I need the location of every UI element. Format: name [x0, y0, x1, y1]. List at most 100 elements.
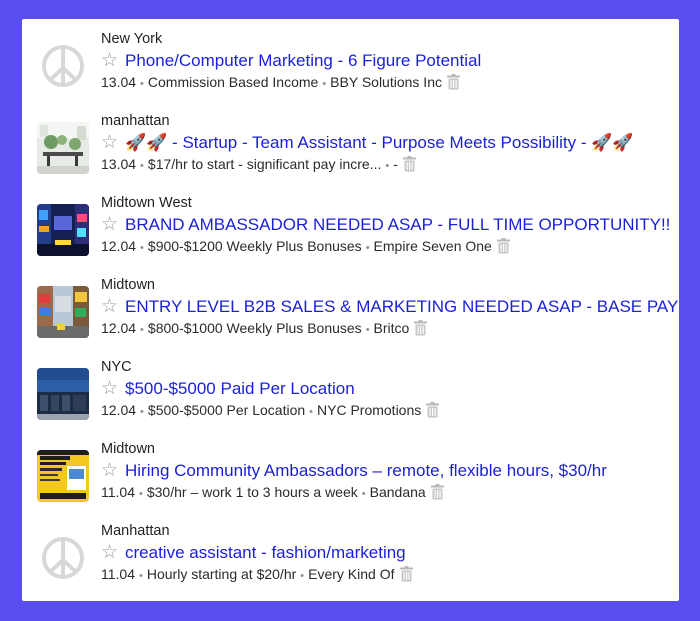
star-icon[interactable]: ☆ [101, 542, 125, 564]
listing-row[interactable]: Midtown ☆ Hiring Community Ambassadors – … [22, 429, 679, 511]
listing-location: Manhattan [101, 523, 170, 539]
listing-meta: 11.04 • $30/hr – work 1 to 3 hours a week •… [101, 483, 671, 504]
separator-dot: • [365, 324, 370, 336]
listing-title-link[interactable]: $500-$5000 Paid Per Location [125, 379, 355, 398]
listing-row[interactable]: Midtown West ☆ BRAND AMBASSADOR NEEDED AS… [22, 183, 679, 265]
trash-icon[interactable] [496, 238, 510, 258]
listing-meta: 13.04 • $17/hr to start - significant pay … [101, 155, 671, 176]
times-square-day-photo[interactable] [37, 286, 89, 338]
star-icon[interactable]: ☆ [101, 378, 125, 400]
listing-pay: $900-$1200 Weekly Plus Bonuses [147, 238, 362, 254]
office-photo[interactable] [37, 122, 89, 174]
listing-date: 13.04 [101, 74, 137, 90]
listing-company: Empire Seven One [373, 238, 492, 254]
listing-body: New York ☆ Phone/Computer Marketing - 6 F… [101, 31, 671, 94]
star-icon[interactable]: ☆ [101, 214, 125, 236]
peace-icon [42, 537, 84, 579]
separator-dot: • [385, 160, 390, 172]
listing-date: 13.04 [101, 156, 137, 172]
listing-date: 11.04 [101, 566, 135, 582]
listing-date: 12.04 [101, 402, 137, 418]
listing-company: Bandana [369, 484, 426, 500]
trash-icon[interactable] [426, 402, 440, 422]
listing-meta: 12.04 • $900-$1200 Weekly Plus Bonuses • Emp… [101, 237, 671, 258]
listing-title-line: ☆ $500-$5000 Paid Per Location [101, 378, 671, 400]
listing-body: Midtown West ☆ BRAND AMBASSADOR NEEDED AS… [101, 195, 671, 258]
star-icon[interactable]: ☆ [101, 132, 125, 154]
listing-title-link[interactable]: creative assistant - fashion/marketing [125, 543, 406, 562]
trash-icon[interactable] [414, 320, 428, 340]
listing-body: Midtown ☆ Hiring Community Ambassadors – … [101, 441, 671, 504]
separator-dot: • [140, 78, 144, 90]
listing-row[interactable]: Manhattan ☆ creative assistant - fashion/… [22, 511, 679, 593]
listing-meta: 11.04 • Hourly starting at $20/hr • Every Ki… [101, 565, 671, 586]
separator-dot: • [139, 488, 143, 500]
separator-dot: • [300, 570, 305, 582]
listing-company: NYC Promotions [317, 402, 422, 418]
separator-dot: • [139, 570, 143, 582]
listing-meta: 13.04 • Commission Based Income • BBY Soluti… [101, 73, 671, 94]
flyer-photo[interactable] [37, 450, 89, 502]
separator-dot: • [322, 78, 327, 90]
listing-title-link[interactable]: BRAND AMBASSADOR NEEDED ASAP - FULL TIME… [125, 215, 670, 234]
listing-pay: $500-$5000 Per Location [147, 402, 306, 418]
trash-icon[interactable] [430, 484, 444, 504]
listing-meta: 12.04 • $500-$5000 Per Location • NYC Promot… [101, 401, 671, 422]
listing-company: BBY Solutions Inc [330, 74, 442, 90]
star-icon[interactable]: ☆ [101, 296, 125, 318]
listing-row[interactable]: manhattan ☆ 🚀🚀 - Startup - Team Assistant… [22, 101, 679, 183]
listing-row[interactable]: NYC ☆ $500-$5000 Paid Per Location 12.04 •… [22, 347, 679, 429]
listing-company: - [393, 156, 398, 172]
listing-title-line: ☆ Hiring Community Ambassadors – remote, … [101, 460, 671, 482]
listing-title-line: ☆ ENTRY LEVEL B2B SALES & MARKETING NEEDE… [101, 296, 679, 318]
listing-title-link[interactable]: Hiring Community Ambassadors – remote, f… [125, 461, 607, 480]
listing-location: Midtown [101, 277, 155, 293]
trash-icon[interactable] [402, 156, 416, 176]
listing-date: 12.04 [101, 320, 137, 336]
listing-title-link[interactable]: 🚀🚀 - Startup - Team Assistant - Purpose … [125, 133, 634, 152]
trash-icon[interactable] [399, 566, 413, 586]
separator-dot: • [365, 242, 370, 254]
listing-location: Midtown [101, 441, 155, 457]
listings-panel: New York ☆ Phone/Computer Marketing - 6 F… [22, 19, 679, 601]
listing-title-line: ☆ Phone/Computer Marketing - 6 Figure Pot… [101, 50, 671, 72]
listing-body: manhattan ☆ 🚀🚀 - Startup - Team Assistant… [101, 113, 671, 176]
listing-company: Britco [373, 320, 410, 336]
storefront-photo[interactable] [37, 368, 89, 420]
separator-dot: • [140, 160, 144, 172]
star-icon[interactable]: ☆ [101, 50, 125, 72]
separator-dot: • [309, 406, 313, 418]
separator-dot: • [140, 324, 144, 336]
separator-dot: • [361, 488, 366, 500]
star-icon[interactable]: ☆ [101, 460, 125, 482]
listing-location: manhattan [101, 113, 170, 129]
listing-location: New York [101, 31, 163, 47]
listing-date: 12.04 [101, 238, 137, 254]
listing-row[interactable]: Midtown ☆ ENTRY LEVEL B2B SALES & MARKETI… [22, 265, 679, 347]
peace-icon[interactable] [37, 532, 89, 584]
listing-title-line: ☆ BRAND AMBASSADOR NEEDED ASAP - FULL TIM… [101, 214, 671, 236]
listing-title-line: ☆ creative assistant - fashion/marketing [101, 542, 671, 564]
peace-icon [42, 45, 84, 87]
listing-company: Every Kind Of [308, 566, 395, 582]
listing-meta: 12.04 • $800-$1000 Weekly Plus Bonuses • Bri… [101, 319, 671, 340]
listing-pay: $30/hr – work 1 to 3 hours a week [146, 484, 358, 500]
separator-dot: • [140, 406, 144, 418]
listing-location: NYC [101, 359, 132, 375]
listing-pay: Commission Based Income [147, 74, 319, 90]
peace-icon[interactable] [37, 40, 89, 92]
listing-title-link[interactable]: ENTRY LEVEL B2B SALES & MARKETING NEEDED… [125, 297, 679, 316]
listing-body: NYC ☆ $500-$5000 Paid Per Location 12.04 •… [101, 359, 671, 422]
listing-title-link[interactable]: Phone/Computer Marketing - 6 Figure Pote… [125, 51, 481, 70]
listing-pay: $800-$1000 Weekly Plus Bonuses [147, 320, 362, 336]
trash-icon[interactable] [446, 74, 460, 94]
listing-pay: Hourly starting at $20/hr [146, 566, 297, 582]
listing-body: Midtown ☆ ENTRY LEVEL B2B SALES & MARKETI… [101, 277, 679, 340]
times-square-night-photo[interactable] [37, 204, 89, 256]
listing-row[interactable]: New York ☆ Phone/Computer Marketing - 6 F… [22, 19, 679, 101]
separator-dot: • [140, 242, 144, 254]
listings-list: New York ☆ Phone/Computer Marketing - 6 F… [22, 19, 679, 593]
listing-date: 11.04 [101, 484, 135, 500]
listing-location: Midtown West [101, 195, 192, 211]
listing-pay: $17/hr to start - significant pay incre.… [147, 156, 382, 172]
